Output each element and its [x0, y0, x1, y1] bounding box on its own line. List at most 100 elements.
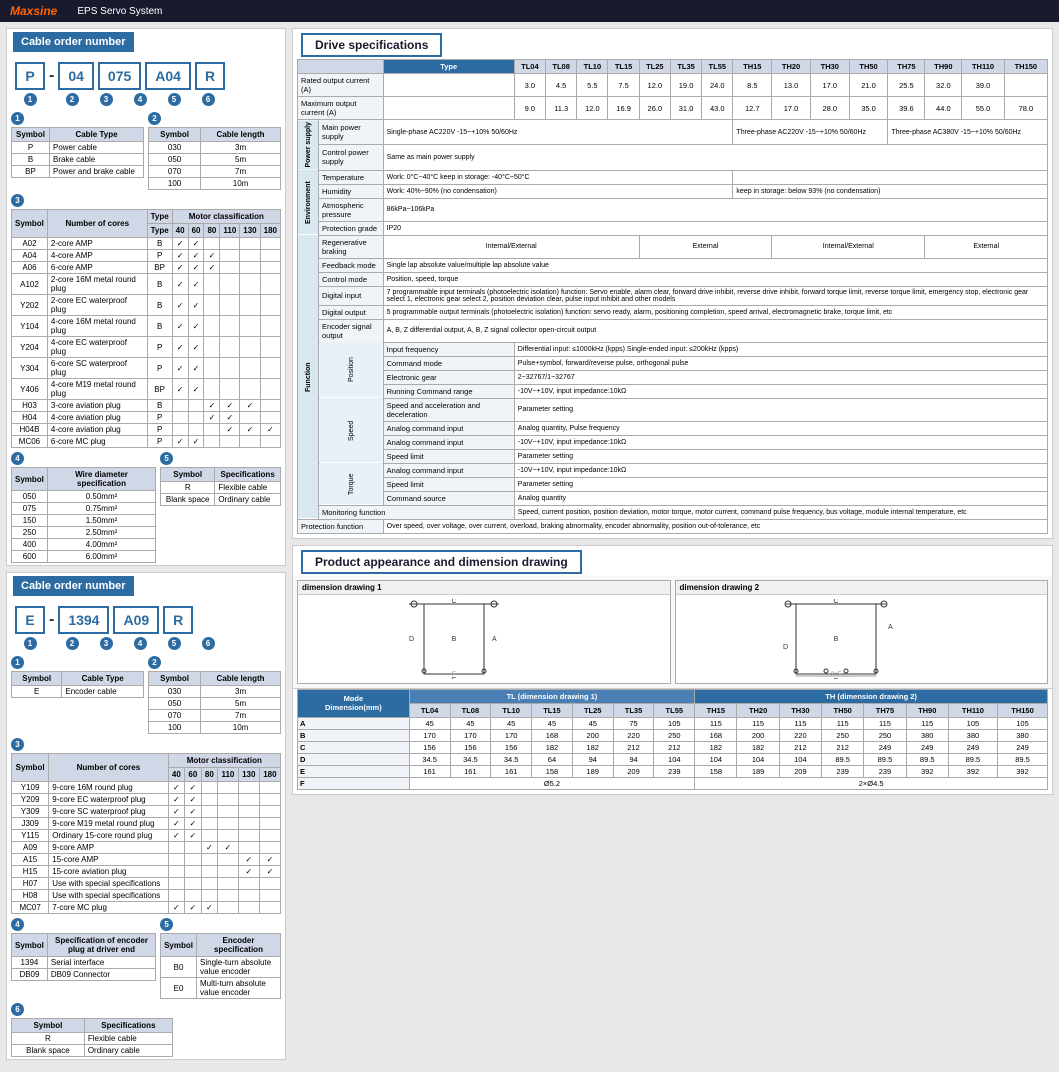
desc-y304: 6-core SC waterproof plug [47, 358, 147, 379]
th-mode: ModeDimension(mm) [298, 689, 410, 717]
encoder-plug-table: Symbol Specification of encoder plug at … [11, 933, 156, 981]
list-item: MC07 7-core MC plug ✓✓✓ [12, 902, 281, 914]
table-row: Analog command input -10V~+10V, input im… [298, 435, 1048, 449]
core-row-h04b: H04B 4-core aviation plug P ✓✓✓ [12, 424, 281, 436]
table-row: D 34.534.534.5649494104 10410410489.589.… [298, 753, 1048, 765]
left-panel: Cable order number P - 04 075 A04 R 1 2 … [6, 28, 286, 1066]
sym-a02: A02 [12, 238, 48, 250]
table-row: Command source Analog quantity [298, 491, 1048, 505]
table-row: Position Input frequency Differential in… [298, 342, 1048, 356]
product-box: Product appearance and dimension drawing… [292, 545, 1053, 795]
model-e-a09: A09 [113, 606, 159, 634]
sym-h04b: H04B [12, 424, 48, 436]
len-3m: 3m [201, 142, 281, 154]
table-row: Digital output 5 programmable output ter… [298, 305, 1048, 319]
list-item: A15 15-core AMP ✓✓ [12, 854, 281, 866]
e-num-5: 5 [168, 637, 181, 650]
encoder-cable-box: Cable order number E - 1394 A09 R 1 2 3 … [6, 572, 286, 1060]
e-sec3-num: 3 [11, 738, 24, 751]
table-row: C 156156156182182212212 1821822122122492… [298, 741, 1048, 753]
svg-text:B: B [451, 636, 456, 643]
core-row-a04: A04 4-core AMP P ✓✓✓ [12, 250, 281, 262]
sym-a102: A102 [12, 274, 48, 295]
core-row-y104: Y104 4-core 16M metal round plug B ✓✓ [12, 316, 281, 337]
svg-text:A: A [888, 624, 893, 631]
table-row: Electronic gear 2~32767/1~32767 [298, 370, 1048, 384]
table-row: Control mode Position, speed, torque [298, 272, 1048, 286]
table-row: Humidity Work: 40%~90% (no condensation)… [298, 184, 1048, 198]
drawing-1-svg: C A B [404, 599, 564, 679]
th-tl55: TL55 [702, 60, 733, 74]
cable-order-title: Cable order number [13, 32, 134, 52]
drawing-2-title: dimension drawing 2 [676, 581, 1048, 595]
table-row: Function Regenerative braking Internal/E… [298, 235, 1048, 258]
encoder-cable-length-table: Symbol Cable length 0303m 0505m 0707m 10… [148, 671, 281, 734]
th-type-drive: Type [383, 60, 514, 74]
th-th110: TH110 [962, 60, 1004, 74]
list-item: H08 Use with special specifications [12, 890, 281, 902]
col-cable-type: Cable Type [49, 128, 143, 142]
num-4: 4 [134, 93, 147, 106]
th-60: 60 [188, 224, 204, 238]
table-row: F Ø5.2 2×Ø4.5 [298, 777, 1048, 789]
sym-100: 100 [149, 178, 201, 190]
th-num-cores: Number of cores [47, 210, 147, 238]
sym-y406: Y406 [12, 379, 48, 400]
type-p2: P [147, 250, 172, 262]
sec2-num: 2 [148, 112, 161, 125]
model-p-a04: A04 [145, 62, 191, 90]
table-row: E 161161161158189209239 1581892092392393… [298, 765, 1048, 777]
th-th-group: TH (dimension drawing 2) [695, 689, 1048, 703]
e-sec1-num: 1 [11, 656, 24, 669]
app-container: Maxsine EPS Servo System Cable order num… [0, 0, 1059, 1072]
wire-diam-table: Symbol Wire diameter specification 0500.… [11, 467, 156, 563]
th-type-col: Type [147, 224, 172, 238]
sym-y304: Y304 [12, 358, 48, 379]
drawing-1-title: dimension drawing 1 [298, 581, 670, 595]
num-2: 2 [66, 93, 79, 106]
len-7m: 7m [201, 166, 281, 178]
e-num-4: 4 [134, 637, 147, 650]
num-3: 3 [100, 93, 113, 106]
svg-text:D: D [409, 636, 414, 643]
table-row: Protection grade IP20 [298, 221, 1048, 235]
th-th20: TH20 [772, 60, 811, 74]
cable-type-table: Symbol Cable Type P Power cable B Brake … [11, 127, 144, 178]
table-row: Maximum output current (A) 9.0 11.3 12.0… [298, 97, 1048, 120]
table-row: Analog command input Analog quantity, Pu… [298, 421, 1048, 435]
desc-a02: 2-core AMP [47, 238, 147, 250]
svg-text:B: B [834, 636, 839, 643]
th-sym-wire: Symbol [12, 468, 48, 491]
sym-h03: H03 [12, 400, 48, 412]
list-item: Y309 9-core SC waterproof plug ✓✓ [12, 806, 281, 818]
encoder-cable-title: Cable order number [13, 576, 134, 596]
th-tl10: TL10 [577, 60, 608, 74]
list-item: Y115 Ordinary 15-core round plug ✓✓ [12, 830, 281, 842]
sym-a06: A06 [12, 262, 48, 274]
desc-h03: 3-core aviation plug [47, 400, 147, 412]
core-row-a102: A102 2-core 16M metal round plug B ✓✓ [12, 274, 281, 295]
table-row: Environment Temperature Work: 0°C~40°C k… [298, 170, 1048, 184]
model-p-r: R [195, 62, 225, 90]
desc-a04: 4-core AMP [47, 250, 147, 262]
th-motor-class: Motor classification [172, 210, 280, 224]
core-row-mc06: MC06 6-core MC plug P ✓✓ [12, 436, 281, 448]
list-item: H07 Use with special specifications [12, 878, 281, 890]
th-specs: Specifications [215, 468, 281, 482]
desc-y104: 4-core 16M metal round plug [47, 316, 147, 337]
th-tl25: TL25 [639, 60, 670, 74]
sym-y204: Y204 [12, 337, 48, 358]
sym-070: 070 [149, 166, 201, 178]
sec5-num: 5 [160, 452, 173, 465]
col-length: Cable length [201, 128, 281, 142]
model-e-letter: E [15, 606, 45, 634]
th-type: Type [147, 210, 172, 224]
core-row-a06: A06 6-core AMP BP ✓✓✓ [12, 262, 281, 274]
sym-a04: A04 [12, 250, 48, 262]
list-item: A09 9-core AMP ✓✓ [12, 842, 281, 854]
svg-text:2×F: 2×F [831, 672, 842, 678]
table-row: Torque Analog command input -10V~+10V, i… [298, 463, 1048, 477]
sec4-num: 4 [11, 452, 24, 465]
dimension-table: ModeDimension(mm) TL (dimension drawing … [297, 689, 1048, 790]
type-b: B [147, 238, 172, 250]
